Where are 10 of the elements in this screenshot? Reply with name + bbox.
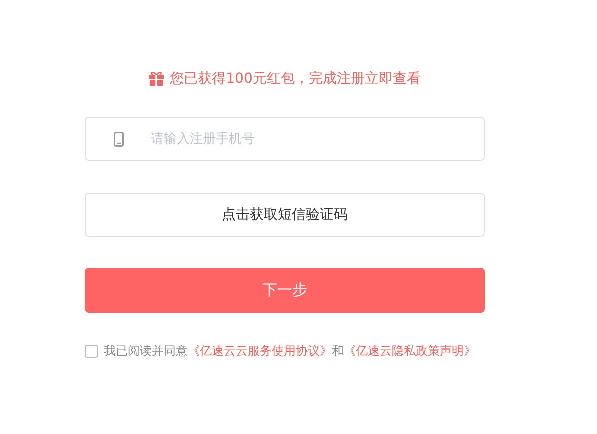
bonus-notice: 您已获得100元红包，完成注册立即查看	[170, 70, 421, 88]
agreement-text: 和	[332, 343, 344, 360]
agreement-checkbox[interactable]	[85, 345, 98, 358]
gift-icon	[149, 72, 164, 86]
agreement-link[interactable]: 《亿速云隐私政策声明》	[344, 343, 476, 360]
agreement-text: 我已阅读并同意	[104, 343, 188, 360]
next-step-button[interactable]: 下一步	[85, 268, 485, 313]
agreement-link[interactable]: 《亿速云云服务使用协议》	[188, 343, 332, 360]
phone-field[interactable]: 请输入注册手机号	[85, 117, 485, 161]
sms-code-button[interactable]: 点击获取短信验证码	[85, 193, 485, 237]
